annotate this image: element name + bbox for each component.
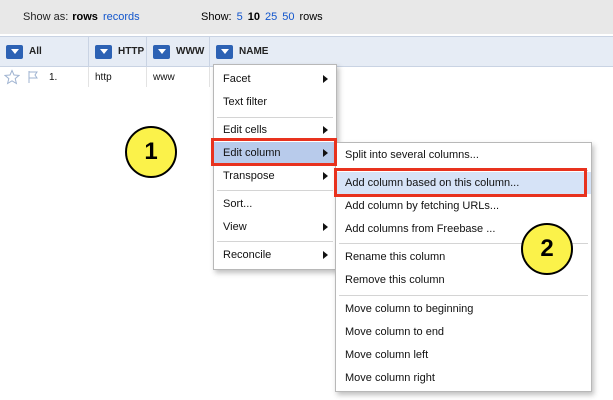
page-size-50[interactable]: 50 bbox=[282, 11, 294, 23]
submenu-item-label: Split into several columns... bbox=[345, 149, 479, 161]
submenu-item-label: Move column right bbox=[345, 372, 435, 384]
cell-http[interactable]: http bbox=[89, 67, 147, 87]
column-header-name: NAME bbox=[210, 37, 276, 66]
page-size-selector: Show: 5 10 25 50 rows bbox=[201, 0, 328, 34]
row-index: 1. bbox=[49, 71, 58, 83]
menu-item-reconcile[interactable]: Reconcile bbox=[214, 244, 336, 266]
chevron-right-icon bbox=[323, 223, 328, 231]
submenu-item-label: Add column based on this column... bbox=[345, 177, 520, 189]
star-icon[interactable] bbox=[4, 69, 20, 85]
submenu-item-label: Remove this column bbox=[345, 274, 445, 286]
chevron-right-icon bbox=[323, 172, 328, 180]
menu-separator bbox=[217, 117, 333, 118]
name-dropdown-button[interactable] bbox=[216, 44, 233, 59]
page-size-25[interactable]: 25 bbox=[265, 11, 277, 23]
column-dropdown-menu: Facet Text filter Edit cells Edit column… bbox=[213, 64, 337, 270]
all-dropdown-button[interactable] bbox=[6, 44, 23, 59]
submenu-item-move-to-end[interactable]: Move column to end bbox=[336, 321, 591, 343]
submenu-item-label: Move column left bbox=[345, 349, 429, 361]
http-dropdown-button[interactable] bbox=[95, 44, 112, 59]
menu-item-edit-column[interactable]: Edit column bbox=[214, 142, 336, 164]
chevron-right-icon bbox=[323, 75, 328, 83]
www-dropdown-button[interactable] bbox=[153, 44, 170, 59]
menu-separator bbox=[217, 241, 333, 242]
menu-separator bbox=[217, 190, 333, 191]
column-name-http: HTTP bbox=[118, 46, 145, 57]
rows-suffix: rows bbox=[299, 11, 323, 23]
menu-item-view[interactable]: View bbox=[214, 216, 336, 238]
menu-item-label: Edit cells bbox=[223, 124, 268, 136]
submenu-item-add-column-fetch-urls[interactable]: Add column by fetching URLs... bbox=[336, 195, 591, 217]
records-view-option[interactable]: records bbox=[103, 11, 140, 23]
page-size-10[interactable]: 10 bbox=[248, 11, 260, 23]
chevron-down-icon bbox=[157, 49, 166, 54]
menu-item-label: Facet bbox=[223, 73, 251, 85]
page-size-5[interactable]: 5 bbox=[237, 11, 243, 23]
menu-item-edit-cells[interactable]: Edit cells bbox=[214, 119, 336, 141]
menu-item-facet[interactable]: Facet bbox=[214, 68, 336, 90]
chevron-down-icon bbox=[10, 49, 19, 54]
menu-separator bbox=[339, 170, 588, 171]
column-header-all: All bbox=[0, 37, 89, 66]
column-name-www: WWW bbox=[176, 46, 205, 57]
menu-item-label: Edit column bbox=[223, 147, 281, 159]
cell-www[interactable]: www bbox=[147, 67, 210, 87]
submenu-item-label: Move column to beginning bbox=[345, 303, 474, 315]
menu-item-label: Transpose bbox=[223, 170, 275, 182]
show-label: Show: bbox=[201, 11, 232, 23]
flag-icon[interactable] bbox=[25, 69, 41, 85]
menu-item-label: View bbox=[223, 221, 247, 233]
rows-view-option[interactable]: rows bbox=[72, 11, 98, 23]
column-name-name: NAME bbox=[239, 46, 269, 57]
submenu-item-move-right[interactable]: Move column right bbox=[336, 367, 591, 389]
submenu-item-add-column-based[interactable]: Add column based on this column... bbox=[336, 172, 591, 194]
show-as-label: Show as: bbox=[23, 11, 69, 23]
menu-item-label: Sort... bbox=[223, 198, 253, 210]
row-controls: 1. bbox=[0, 67, 89, 87]
menu-item-sort[interactable]: Sort... bbox=[214, 193, 336, 215]
chevron-down-icon bbox=[99, 49, 108, 54]
chevron-right-icon bbox=[323, 251, 328, 259]
chevron-down-icon bbox=[220, 49, 229, 54]
submenu-item-label: Add columns from Freebase ... bbox=[345, 223, 496, 235]
column-name-all: All bbox=[29, 46, 42, 57]
column-header-row: All HTTP WWW NAME bbox=[0, 36, 613, 67]
view-options-bar: Show as: rows records Show: 5 10 25 50 r… bbox=[0, 0, 613, 34]
step-callout-2: 2 bbox=[521, 223, 573, 275]
submenu-item-label: Move column to end bbox=[345, 326, 445, 338]
step-callout-1: 1 bbox=[125, 126, 177, 178]
menu-item-label: Text filter bbox=[223, 96, 268, 108]
menu-separator bbox=[339, 295, 588, 296]
submenu-item-move-left[interactable]: Move column left bbox=[336, 344, 591, 366]
menu-item-label: Reconcile bbox=[223, 249, 272, 261]
chevron-right-icon bbox=[323, 149, 328, 157]
submenu-item-label: Add column by fetching URLs... bbox=[345, 200, 500, 212]
column-header-http: HTTP bbox=[89, 37, 147, 66]
submenu-item-label: Rename this column bbox=[345, 251, 446, 263]
menu-item-text-filter[interactable]: Text filter bbox=[214, 91, 336, 113]
chevron-right-icon bbox=[323, 126, 328, 134]
menu-item-transpose[interactable]: Transpose bbox=[214, 165, 336, 187]
submenu-item-split-columns[interactable]: Split into several columns... bbox=[336, 144, 591, 166]
submenu-item-move-to-beginning[interactable]: Move column to beginning bbox=[336, 298, 591, 320]
column-header-www: WWW bbox=[147, 37, 210, 66]
